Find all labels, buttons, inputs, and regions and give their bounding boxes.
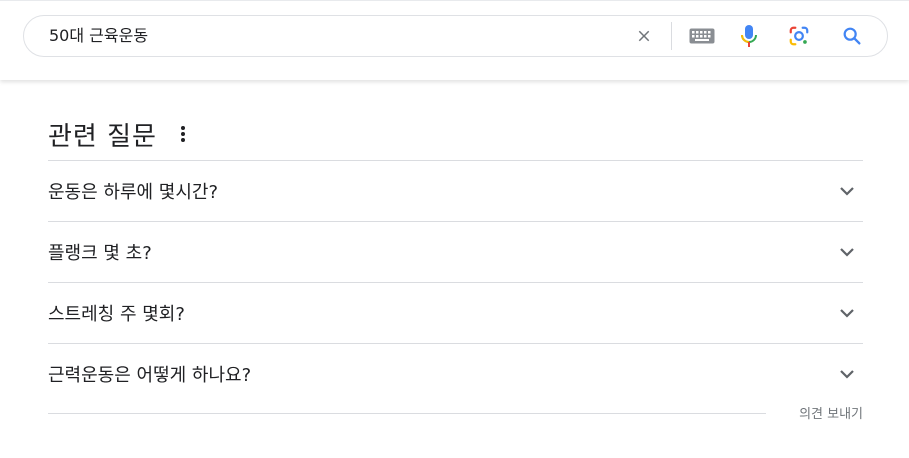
question-text: 운동은 하루에 몇시간? (48, 182, 219, 203)
close-icon (638, 30, 650, 42)
keyboard-button[interactable] (688, 16, 716, 56)
chevron-down-icon (835, 240, 859, 264)
question-row[interactable]: 플랭크 몇 초? (48, 221, 863, 282)
question-text: 근력운동은 어떻게 하나요? (48, 365, 252, 386)
question-row[interactable]: 스트레칭 주 몇회? (48, 282, 863, 343)
question-text: 플랭크 몇 초? (48, 243, 152, 264)
question-row[interactable]: 근력운동은 어떻게 하나요? (48, 343, 863, 404)
more-vert-icon (180, 126, 185, 142)
question-text: 스트레칭 주 몇회? (48, 304, 185, 325)
related-questions-header: 관련 질문 (48, 108, 863, 160)
chevron-down-icon (835, 301, 859, 325)
top-search-bar: 50대 근육운동 (0, 0, 909, 80)
chevron-down-icon (835, 362, 859, 386)
lens-icon (789, 26, 809, 46)
question-row[interactable]: 운동은 하루에 몇시간? (48, 160, 863, 221)
search-input[interactable]: 50대 근육운동 (49, 16, 148, 56)
lens-search-button[interactable] (786, 16, 812, 56)
related-questions-panel: 관련 질문 운동은 하루에 몇시간? 플랭크 몇 초? 스트레칭 주 몇회? 근… (48, 108, 863, 404)
search-button[interactable] (839, 16, 865, 56)
voice-search-button[interactable] (737, 16, 761, 56)
chevron-down-icon (835, 179, 859, 203)
feedback-row: 의견 보내기 (48, 398, 863, 426)
keyboard-icon (689, 28, 715, 44)
search-divider (671, 22, 672, 50)
clear-button[interactable] (630, 16, 658, 56)
search-box[interactable]: 50대 근육운동 (23, 15, 888, 57)
mic-icon (741, 25, 757, 47)
feedback-divider (48, 413, 766, 414)
related-questions-title: 관련 질문 (48, 121, 157, 152)
more-options-button[interactable] (175, 122, 191, 146)
send-feedback-link[interactable]: 의견 보내기 (799, 403, 863, 422)
search-icon (843, 27, 861, 45)
